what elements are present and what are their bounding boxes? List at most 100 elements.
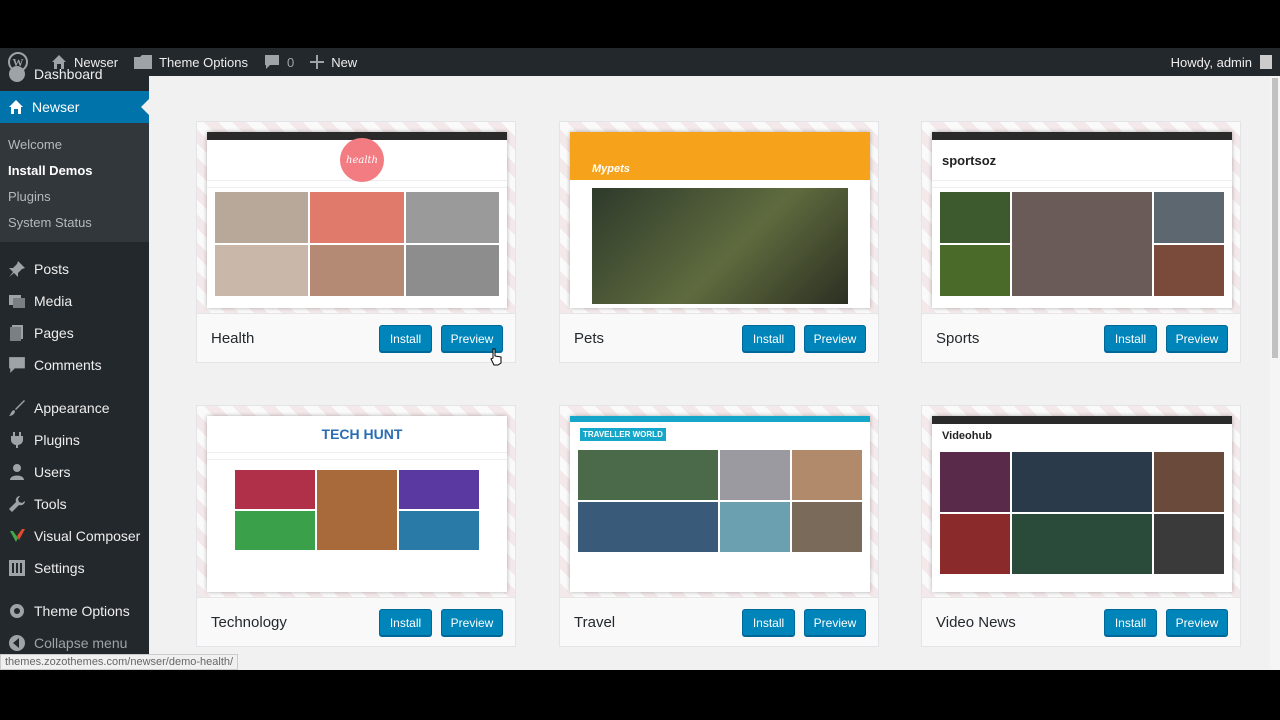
mock-header: TRAVELLER WORLD [570,422,870,446]
demo-screenshot: Videohub [932,416,1232,592]
submenu-welcome[interactable]: Welcome [8,137,62,152]
install-button[interactable]: Install [379,609,432,636]
sidebar-item-plugins[interactable]: Plugins [0,424,149,456]
demo-name: Video News [936,614,1016,631]
hand-cursor-icon [490,348,502,366]
comment-icon [264,55,279,69]
install-button[interactable]: Install [379,325,432,352]
mock-topbar [570,132,870,158]
sidebar-item-label: Comments [34,357,102,373]
sidebar-item-visual-composer[interactable]: Visual Composer [0,520,149,552]
comments-link[interactable]: 0 [256,48,302,76]
mock-tiles [207,460,507,560]
pages-icon [10,325,23,341]
submenu-plugins[interactable]: Plugins [8,189,51,204]
demo-card-pets: Mypets Pets Install Preview [559,121,879,363]
sidebar-item-theme-options[interactable]: Theme Options [0,595,149,627]
howdy-label: Howdy, admin [1170,54,1252,70]
settings-icon [9,560,25,576]
sidebar-item-label: Media [34,293,73,309]
sidebar-item-users[interactable]: Users [0,456,149,488]
paintbrush-icon [9,400,25,416]
admin-sidebar: Dashboard Newser Welcome Install Demos P… [0,66,149,670]
my-account-link[interactable]: Howdy, admin [1163,48,1280,76]
demo-grid: health Health Install Preview Mypets Pet… [149,76,1280,670]
scrollbar-thumb[interactable] [1272,78,1278,358]
install-button[interactable]: Install [1104,609,1157,636]
submenu-install-demos[interactable]: Install Demos [8,163,93,178]
page-scrollbar[interactable] [1270,76,1280,670]
new-content-link[interactable]: New [302,48,365,76]
collapse-icon [9,635,25,651]
comment-icon [9,357,25,373]
wrench-icon [9,496,25,512]
demo-card-technology: TECH HUNT Technology Install Preview [196,405,516,647]
sidebar-item-label: Newser [32,99,80,115]
mock-tiles [570,446,870,556]
demo-thumbnail[interactable]: TECH HUNT [197,406,515,598]
sidebar-item-label: Tools [34,496,67,512]
demo-card-travel: TRAVELLER WORLD Travel Install Preview [559,405,879,647]
mock-tiles [932,448,1232,578]
status-url-bar: themes.zozothemes.com/newser/demo-health… [0,654,239,670]
sidebar-item-label: Theme Options [34,603,130,619]
mock-tiles [932,188,1232,300]
preview-button[interactable]: Preview [1166,609,1228,636]
mock-header: Videohub [932,424,1232,448]
sidebar-item-comments[interactable]: Comments [0,349,149,381]
demo-card-footer: Video News Install Preview [922,598,1240,646]
demo-thumbnail[interactable]: Videohub [922,406,1240,598]
demo-card-footer: Technology Install Preview [197,598,515,646]
sidebar-item-tools[interactable]: Tools [0,488,149,520]
demo-brand-logo: Mypets [570,158,870,180]
sidebar-item-label: Visual Composer [34,528,141,544]
demo-name: Technology [211,614,287,631]
sidebar-item-media[interactable]: Media [0,285,149,317]
sidebar-item-settings[interactable]: Settings [0,552,149,584]
demo-thumbnail[interactable]: TRAVELLER WORLD [560,406,878,598]
demo-screenshot: health [207,132,507,308]
avatar [1260,55,1272,69]
demo-brand-logo: TRAVELLER WORLD [580,427,666,441]
sidebar-item-label: Pages [34,325,74,341]
mock-hero [592,188,848,304]
sidebar-item-dashboard[interactable]: Dashboard [0,58,149,90]
home-icon [9,100,23,114]
install-button[interactable]: Install [742,609,795,636]
preview-button[interactable]: Preview [441,609,503,636]
install-button[interactable]: Install [742,325,795,352]
demo-screenshot: TRAVELLER WORLD [570,416,870,592]
demo-screenshot: sportsoz [932,132,1232,308]
gear-icon [10,604,24,618]
demo-card-footer: Health Install Preview [197,314,515,362]
media-icon [9,295,25,308]
dashboard-icon [9,66,25,82]
sidebar-item-posts[interactable]: Posts [0,253,149,285]
preview-button[interactable]: Preview [804,325,866,352]
demo-name: Sports [936,330,980,347]
demo-thumbnail[interactable]: health [197,122,515,314]
sidebar-item-label: Settings [34,560,85,576]
sidebar-item-pages[interactable]: Pages [0,317,149,349]
demo-brand-logo: sportsoz [942,152,997,168]
demo-thumbnail[interactable]: sportsoz [922,122,1240,314]
sidebar-item-appearance[interactable]: Appearance [0,392,149,424]
sidebar-item-newser[interactable]: Newser [0,91,149,123]
submenu-system-status[interactable]: System Status [8,215,92,230]
demo-screenshot: Mypets [570,132,870,308]
demo-card-video-news: Videohub Video News Install Preview [921,405,1241,647]
demo-brand-logo: Videohub [942,430,992,442]
install-button[interactable]: Install [1104,325,1157,352]
mock-nav [932,180,1232,188]
mock-tiles [207,188,507,300]
demo-name: Health [211,330,255,347]
preview-button[interactable]: Preview [1166,325,1228,352]
sidebar-item-label: Dashboard [34,66,103,82]
pin-icon [9,261,25,277]
demo-screenshot: TECH HUNT [207,416,507,592]
demo-thumbnail[interactable]: Mypets [560,122,878,314]
demo-card-footer: Sports Install Preview [922,314,1240,362]
preview-button[interactable]: Preview [804,609,866,636]
sidebar-item-label: Users [34,464,71,480]
mock-topbar [932,132,1232,140]
